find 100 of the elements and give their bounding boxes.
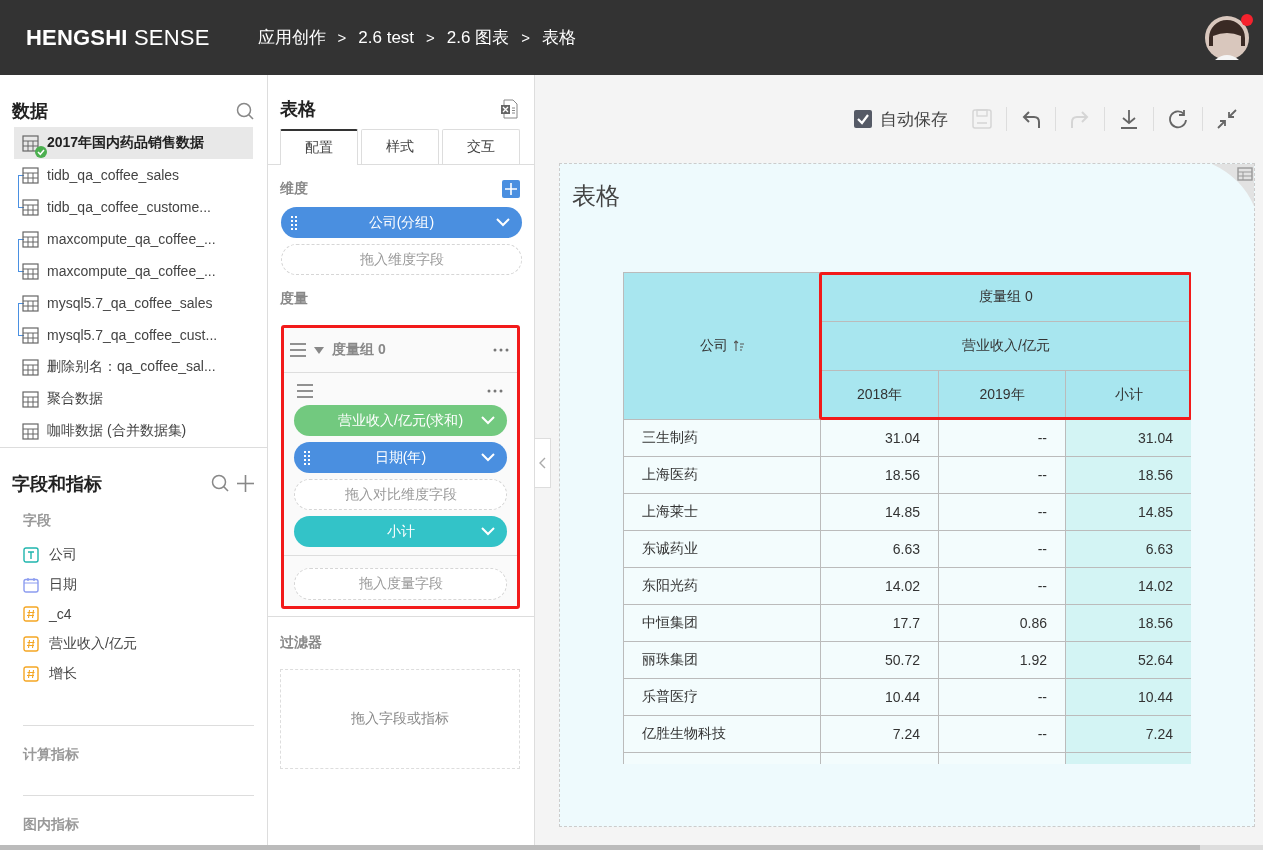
drop-zone[interactable]: 拖入字段或指标 — [280, 669, 520, 769]
table-cell: 6.63 — [820, 530, 939, 568]
group-title: 度量组 0 — [332, 341, 386, 359]
chevron-down-icon — [481, 415, 495, 425]
horizontal-scrollbar[interactable] — [0, 845, 1263, 850]
table-cell: -- — [938, 678, 1066, 716]
table-cell: 50.72 — [820, 641, 939, 679]
tab[interactable]: 配置 — [280, 129, 358, 165]
breadcrumb-separator: > — [521, 29, 530, 46]
table-cell: 18.56 — [1065, 456, 1191, 494]
dataset-item[interactable]: 删除别名：qa_coffee_sal... — [14, 351, 253, 383]
dataset-item[interactable]: 咖啡数据 (合并数据集) — [14, 415, 253, 447]
dataset-item[interactable]: tidb_qa_coffee_sales — [14, 159, 253, 191]
table-cell: 丽珠集团 — [623, 641, 821, 679]
table-cell: -- — [938, 715, 1066, 753]
drag-handle-icon — [304, 451, 310, 465]
breadcrumb-link[interactable]: 表格 — [541, 26, 576, 49]
table-cell: 10.44 — [820, 678, 939, 716]
refresh-icon[interactable] — [1168, 109, 1188, 129]
table-header-cell: 营业收入/亿元 — [820, 321, 1191, 371]
table-cell: 7.24 — [1065, 715, 1191, 753]
table-icon — [22, 262, 39, 280]
panel-title: 字段和指标 — [12, 472, 102, 496]
table-cell: 18.56 — [1065, 604, 1191, 642]
search-icon[interactable] — [211, 474, 230, 494]
table-cell: 52.64 — [1065, 641, 1191, 679]
autosave-checkbox[interactable]: 自动保存 — [854, 107, 958, 131]
calendar-icon — [23, 576, 39, 593]
chevron-left-icon — [539, 457, 546, 469]
caret-down-icon[interactable] — [314, 346, 324, 354]
chevron-down-icon — [481, 526, 495, 536]
section-label: 图内指标 — [23, 815, 79, 832]
table-cell: 上海医药 — [623, 456, 821, 494]
table-cell: -- — [938, 456, 1066, 494]
undo-icon[interactable] — [1021, 109, 1041, 129]
table-cell: 上海莱士 — [623, 493, 821, 531]
tab[interactable]: 样式 — [361, 129, 439, 164]
chevron-down-icon — [496, 217, 510, 227]
dataset-item[interactable]: 2017年国内药品销售数据 — [14, 127, 253, 159]
section-label: 计算指标 — [23, 746, 79, 763]
table-cell: 14.02 — [820, 567, 939, 605]
table-icon — [22, 294, 39, 312]
breadcrumb-separator: > — [337, 29, 347, 46]
hash-icon — [23, 606, 39, 623]
chart-title: 表格 — [572, 181, 621, 211]
text-type-icon — [23, 546, 39, 563]
table-icon — [22, 198, 39, 216]
hash-icon — [23, 665, 39, 682]
table-cell: 18.56 — [820, 456, 939, 494]
dataset-item[interactable]: maxcompute_qa_coffee_... — [14, 255, 253, 287]
table-cell: 7.24 — [820, 715, 939, 753]
table-cell: 东诚药业 — [623, 530, 821, 568]
table-cell: -- — [938, 530, 1066, 568]
more-icon[interactable] — [493, 348, 509, 352]
dataset-item[interactable]: tidb_qa_coffee_custome... — [14, 191, 253, 223]
dataset-item[interactable]: mysql5.7_qa_coffee_sales — [14, 287, 253, 319]
dataset-item[interactable]: mysql5.7_qa_coffee_cust... — [14, 319, 253, 351]
menu-icon[interactable] — [290, 342, 306, 358]
sort-icon[interactable] — [734, 340, 744, 352]
hash-icon — [23, 636, 39, 653]
table-cell: 31.04 — [1065, 419, 1191, 457]
table-cell: -- — [938, 419, 1066, 457]
plus-icon[interactable] — [236, 474, 255, 494]
menu-icon[interactable] — [297, 383, 313, 399]
field-item[interactable]: 公司 — [0, 539, 267, 570]
add-icon[interactable] — [502, 180, 520, 198]
dataset-item[interactable]: maxcompute_qa_coffee_... — [14, 223, 253, 255]
table-icon — [22, 358, 39, 376]
collapse-handle[interactable] — [535, 438, 551, 488]
collapse-icon[interactable] — [1217, 109, 1237, 129]
field-item[interactable]: _c4 — [0, 599, 267, 630]
table-icon — [22, 422, 39, 440]
section-label: 过滤器 — [280, 634, 322, 652]
breadcrumb-link[interactable]: 2.6 test — [358, 27, 415, 48]
avatar[interactable] — [1205, 15, 1249, 60]
table-cell: 三生制药 — [623, 419, 821, 457]
table-cell: -- — [938, 493, 1066, 531]
table-cell: 14.02 — [1065, 567, 1191, 605]
excel-export-icon[interactable] — [500, 99, 518, 119]
table-header-cell: 公司 — [623, 272, 821, 420]
more-icon[interactable] — [487, 389, 503, 393]
table-cell: 6.63 — [1065, 530, 1191, 568]
breadcrumb-link[interactable]: 应用创作 — [257, 26, 326, 49]
table-icon — [22, 326, 39, 344]
download-icon[interactable] — [1119, 109, 1139, 129]
section-label: 度量 — [280, 290, 308, 308]
field-item[interactable]: 增长 — [0, 659, 267, 689]
field-item[interactable]: 日期 — [0, 569, 267, 600]
dataset-item[interactable]: 聚合数据 — [14, 383, 253, 415]
field-item[interactable]: 营业收入/亿元 — [0, 629, 267, 660]
tab[interactable]: 交互 — [442, 129, 520, 164]
table-cell: 中恒集团 — [623, 604, 821, 642]
table-icon — [22, 230, 39, 248]
search-icon[interactable] — [236, 101, 255, 121]
breadcrumb-separator: > — [426, 29, 435, 46]
panel-title: 数据 — [12, 100, 48, 123]
table-icon — [22, 166, 39, 184]
page-curl-table-icon[interactable] — [1212, 164, 1254, 206]
breadcrumb-link[interactable]: 2.6 图表 — [446, 26, 510, 49]
table-header-cell: 度量组 0 — [820, 272, 1191, 322]
